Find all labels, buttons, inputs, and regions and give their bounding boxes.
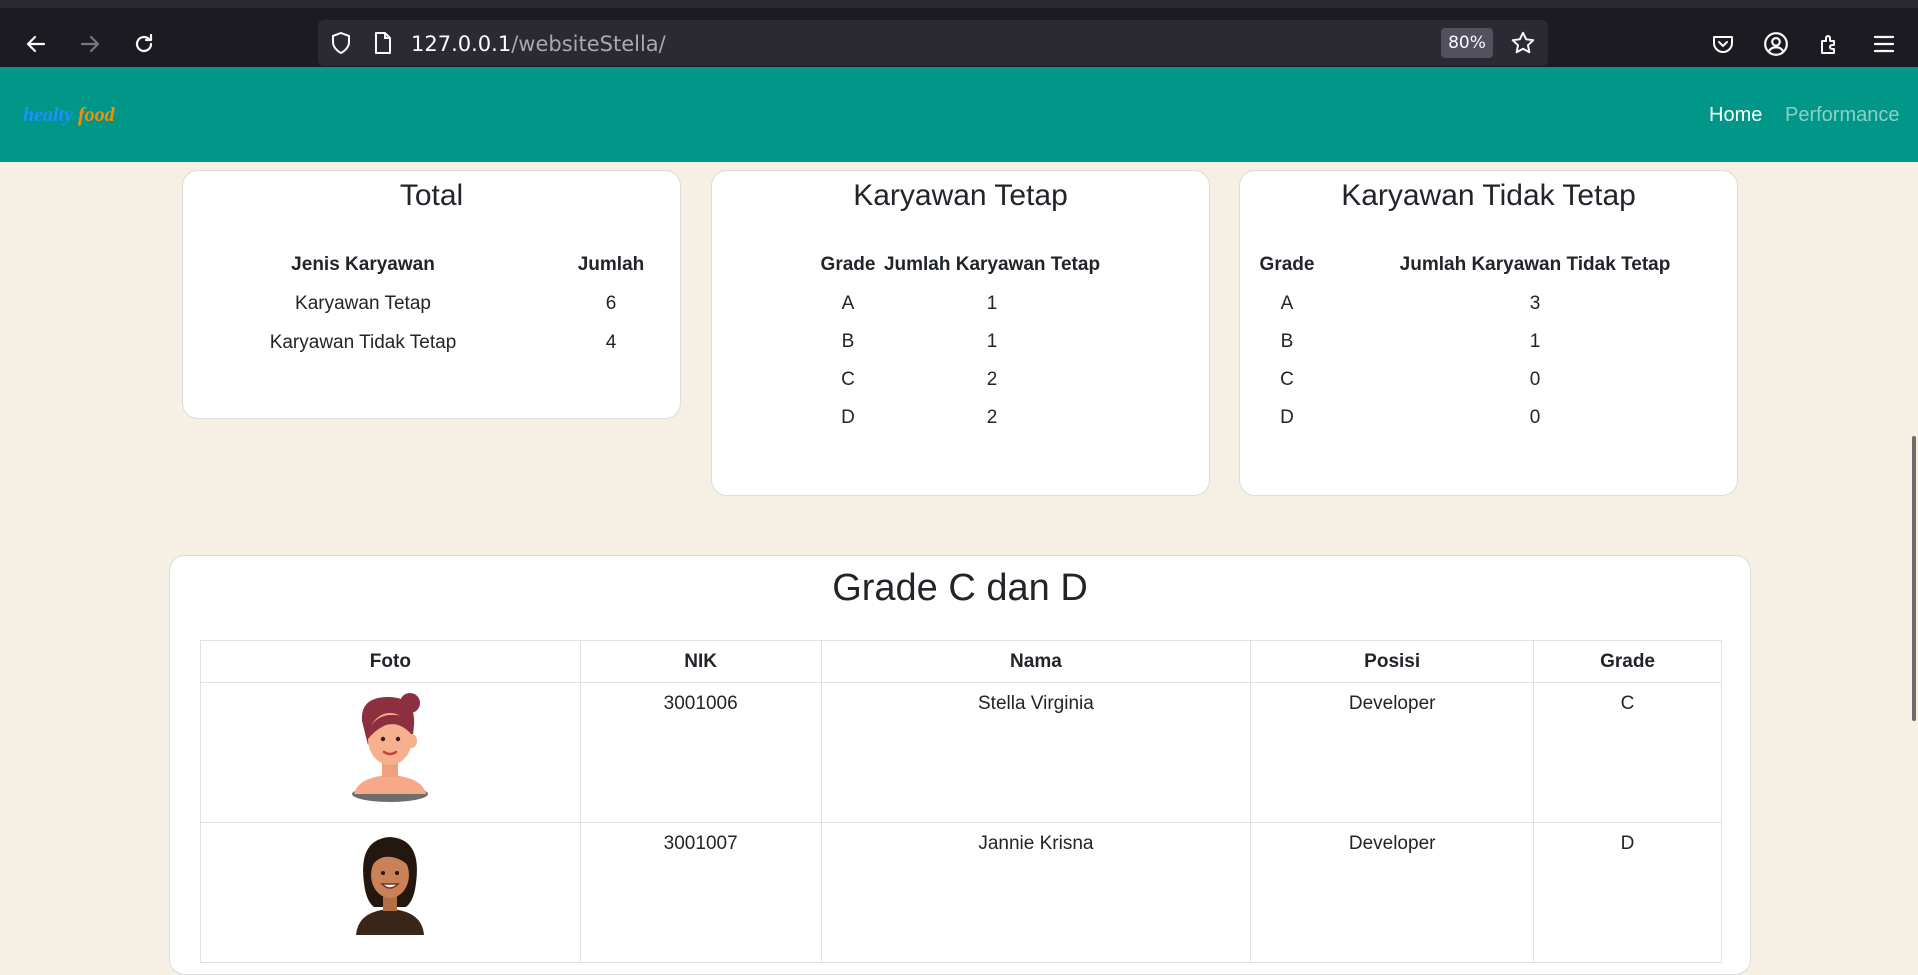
table-row: 3001006 Stella Virginia Developer C <box>200 682 1722 823</box>
url-path: /websiteStella/ <box>511 32 666 56</box>
grade-cd-table: Foto NIK Nama Posisi Grade 3001006 Stell… <box>200 640 1722 963</box>
zoom-level-badge[interactable]: 80% <box>1441 28 1493 58</box>
nav-link-home[interactable]: Home <box>1709 104 1762 127</box>
cell-nama: Jannie Krisna <box>820 822 1252 963</box>
column-header-grade: Grade <box>1533 640 1722 683</box>
photo-cell <box>200 682 581 823</box>
cell-posisi: Developer <box>1250 682 1535 823</box>
cell-type: Karyawan Tetap <box>295 293 431 314</box>
cell-grade: D <box>841 407 855 428</box>
cell-count: 1 <box>986 293 998 314</box>
karyawan-tidak-tetap-card: Karyawan Tidak Tetap Grade Jumlah Karyaw… <box>1239 170 1738 496</box>
column-header-nama: Nama <box>820 640 1252 683</box>
cell-grade: A <box>1280 293 1294 314</box>
column-header: Jumlah Karyawan Tetap <box>883 254 1101 275</box>
cell-posisi: Developer <box>1250 822 1535 963</box>
reload-button[interactable] <box>122 22 166 66</box>
page-scrollbar[interactable] <box>1912 436 1916 721</box>
cell-count: 6 <box>605 293 617 314</box>
browser-toolbar: 127.0.0.1/websiteStella/ 80% <box>0 0 1918 67</box>
woman-dark-hair-avatar <box>348 831 432 945</box>
column-header: Jumlah <box>577 254 645 275</box>
cell-grade: C <box>841 369 855 390</box>
arrow-left-icon <box>26 35 46 53</box>
karyawan-tetap-card: Karyawan Tetap Grade Jumlah Karyawan Tet… <box>711 170 1210 496</box>
reload-icon <box>135 33 153 53</box>
photo-cell <box>200 822 581 963</box>
card-title: Total <box>399 179 464 212</box>
cell-grade: C <box>1533 682 1722 823</box>
back-button[interactable] <box>14 22 58 66</box>
column-header-foto: Foto <box>200 640 581 683</box>
cell-nik: 3001006 <box>579 682 822 823</box>
grade-cd-card: Grade C dan D Foto NIK Nama Posisi Grade <box>169 555 1751 975</box>
woman-pink-hair-avatar <box>348 691 432 809</box>
cell-count: 3 <box>1529 293 1541 314</box>
page-icon <box>372 31 394 55</box>
column-header-posisi: Posisi <box>1250 640 1535 683</box>
brand-word-2: food <box>78 104 115 126</box>
url-host: 127.0.0.1 <box>411 32 512 56</box>
cell-grade: D <box>1280 407 1294 428</box>
cell-count: 1 <box>1529 331 1541 352</box>
column-header: Grade <box>820 254 876 275</box>
cell-grade: A <box>841 293 855 314</box>
column-header: Jumlah Karyawan Tidak Tetap <box>1399 254 1671 275</box>
cell-grade: B <box>1280 331 1294 352</box>
cell-nama: Stella Virginia <box>820 682 1252 823</box>
cell-count: 2 <box>986 407 998 428</box>
arrow-right-icon <box>80 35 100 53</box>
site-navbar: healty food Home Performance <box>0 67 1918 162</box>
address-bar[interactable]: 127.0.0.1/websiteStella/ 80% <box>318 20 1548 66</box>
cell-type: Karyawan Tidak Tetap <box>269 332 457 353</box>
menu-icon[interactable] <box>1870 30 1898 58</box>
cell-grade: D <box>1533 822 1722 963</box>
shield-icon[interactable] <box>328 30 354 56</box>
cell-count: 0 <box>1529 407 1541 428</box>
account-icon[interactable] <box>1762 30 1790 58</box>
extensions-icon[interactable] <box>1816 30 1844 58</box>
cell-nik: 3001007 <box>579 822 822 963</box>
cell-count: 1 <box>986 331 998 352</box>
cell-grade: B <box>841 331 855 352</box>
column-header: Jenis Karyawan <box>291 254 435 275</box>
bookmark-star-icon[interactable] <box>1510 30 1536 56</box>
brand-word-1: healty <box>23 104 73 126</box>
brand-logo[interactable]: healty food <box>23 104 115 127</box>
cell-count: 2 <box>986 369 998 390</box>
card-title: Karyawan Tetap <box>853 179 1068 212</box>
cell-count: 0 <box>1529 369 1541 390</box>
column-header-nik: NIK <box>579 640 822 683</box>
card-title: Karyawan Tidak Tetap <box>1341 179 1636 212</box>
nav-link-performance[interactable]: Performance <box>1785 104 1900 127</box>
total-card: Total Jenis Karyawan Jumlah Karyawan Tet… <box>182 170 681 419</box>
url-text: 127.0.0.1/websiteStella/ <box>411 32 666 56</box>
column-header: Grade <box>1259 254 1315 275</box>
forward-button[interactable] <box>68 22 112 66</box>
cell-grade: C <box>1280 369 1294 390</box>
cell-count: 4 <box>605 332 617 353</box>
grade-cd-title: Grade C dan D <box>832 567 1088 609</box>
table-row: 3001007 Jannie Krisna Developer D <box>200 822 1722 963</box>
pocket-icon[interactable] <box>1709 30 1737 58</box>
table-header-row: Foto NIK Nama Posisi Grade <box>200 640 1722 683</box>
